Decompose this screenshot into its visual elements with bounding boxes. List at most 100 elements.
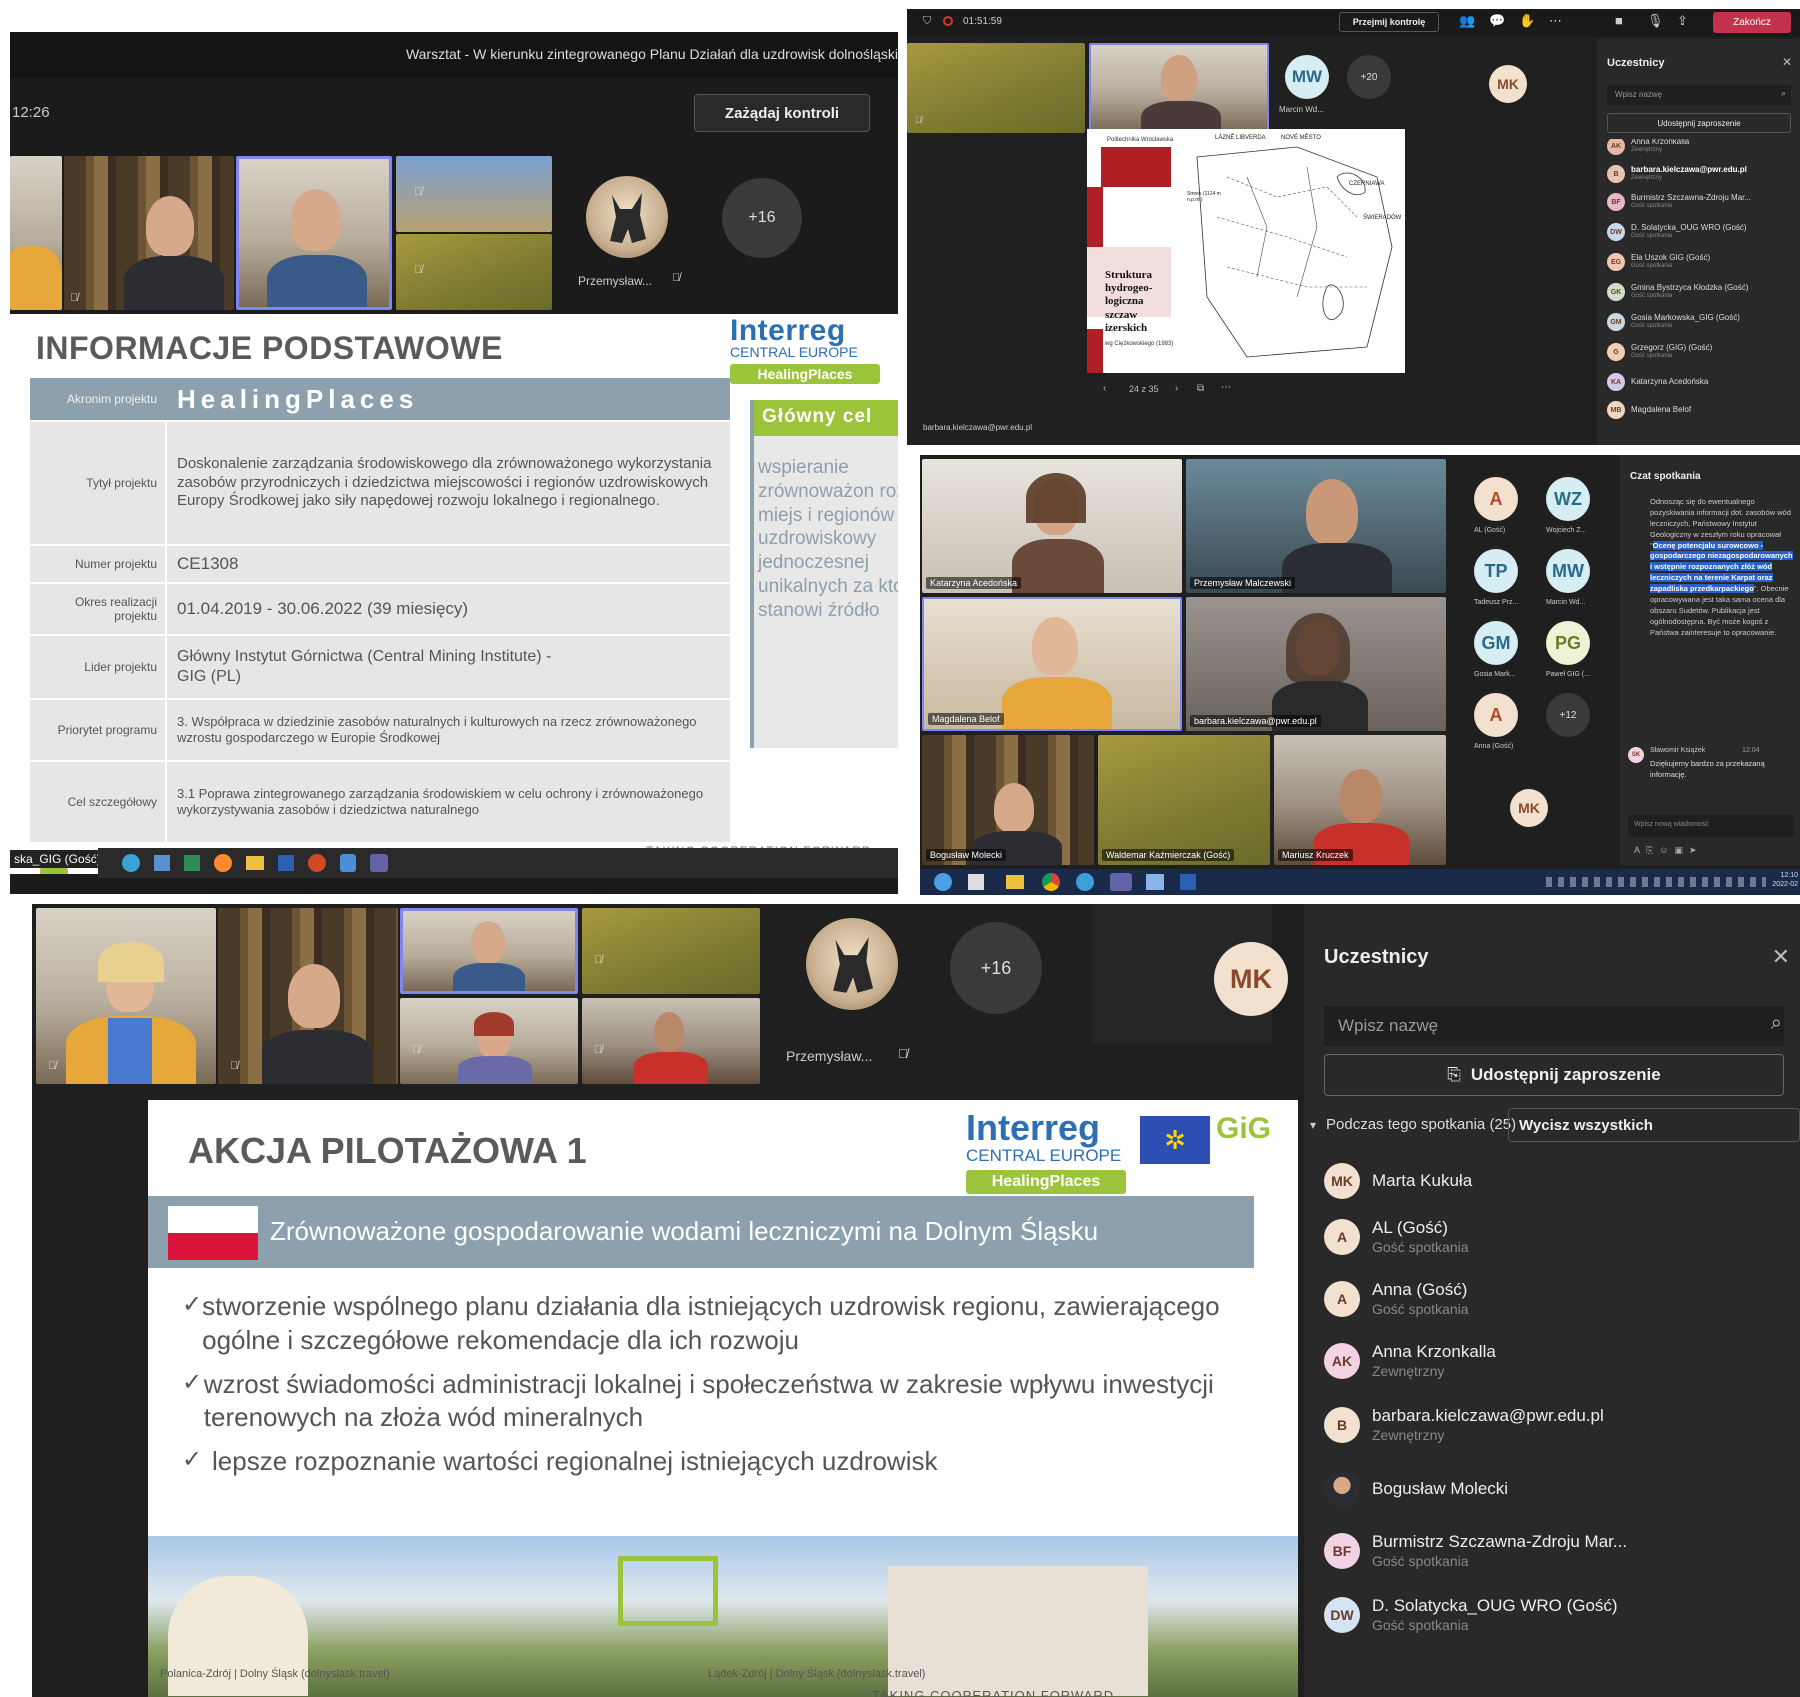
folder-icon[interactable] <box>246 856 264 870</box>
word-icon[interactable] <box>278 855 294 871</box>
chrome-icon[interactable] <box>1042 873 1060 891</box>
participant-item[interactable]: GK Gmina Bystrzyca Kłodzka (Gość) Gość sp… <box>1607 279 1797 305</box>
video-tile-mariusz[interactable]: Mariusz Kruczek <box>1274 735 1446 865</box>
share-invite-button[interactable]: Udostępnij zaproszenie <box>1607 113 1791 133</box>
video-tile-man-red-shirt[interactable]: 🎙̸ <box>582 998 760 1084</box>
app-icon[interactable] <box>154 855 170 871</box>
participant-item[interactable]: KA Katarzyna Acedońska <box>1607 369 1797 395</box>
participant-item[interactable]: Bogusław Molecki <box>1324 1458 1800 1520</box>
roster-avatar[interactable]: A <box>1474 477 1518 521</box>
search-input[interactable]: Wpisz nazwę <box>1607 85 1791 105</box>
participant-item[interactable]: B barbara.kielczawa@pwr.edu.pl Zewnętrzny <box>1324 1394 1800 1456</box>
video-tile-man-headset[interactable]: 🎙̸ <box>64 156 234 310</box>
attach-icon[interactable]: ⎘ <box>1646 845 1659 855</box>
video-tile-woman-yellow[interactable]: 🎙̸ <box>36 908 216 1084</box>
participant-item[interactable]: A Anna (Gość) Gość spotkania <box>1324 1268 1800 1330</box>
next-slide-icon[interactable]: › <box>1175 383 1178 394</box>
roster-avatar[interactable]: WZ <box>1546 477 1590 521</box>
participant-item[interactable]: DW D. Solatycka_OUG WRO (Gość) Gość spotk… <box>1324 1584 1800 1646</box>
format-icon[interactable]: A <box>1634 845 1646 855</box>
roster-avatar[interactable]: A <box>1474 693 1518 737</box>
roster-avatar[interactable]: PG <box>1546 621 1590 665</box>
excel-icon[interactable] <box>184 855 200 871</box>
firefox-icon[interactable] <box>214 854 232 872</box>
avatar-mk[interactable]: MK <box>1489 65 1527 103</box>
shield-icon[interactable] <box>340 854 356 872</box>
request-control-button[interactable]: Zażądaj kontroli <box>694 94 870 132</box>
emoji-icon[interactable]: ☺ <box>1659 845 1674 855</box>
participant-item[interactable]: G Grzegorz (GIG) (Gość) Gość spotkania <box>1607 339 1797 365</box>
close-icon[interactable]: ✕ <box>1782 55 1792 69</box>
video-tile-magdalena[interactable]: Magdalena Belof <box>922 597 1182 731</box>
participant-item[interactable]: GM Gosia Markowska_GIG (Gość) Gość spotka… <box>1607 309 1797 335</box>
video-tile-man-headset[interactable]: 🎙̸ <box>218 908 398 1084</box>
video-tile-woman-yellow[interactable] <box>10 156 62 310</box>
edge-icon[interactable] <box>122 854 140 872</box>
video-tile-woman-red-hair[interactable]: 🎙̸ <box>400 998 578 1084</box>
teams-icon[interactable] <box>1110 873 1132 891</box>
participant-item[interactable]: B barbara.kielczawa@pwr.edu.pl Zewnętrzny <box>1607 161 1797 187</box>
network-icon[interactable] <box>1146 874 1164 890</box>
video-tile-man-outdoor[interactable]: 🎙̸ <box>396 156 552 232</box>
avatar-mk[interactable]: MK <box>1214 942 1288 1016</box>
video-tile-przemyslaw[interactable]: Przemysław Malczewski <box>1186 459 1446 593</box>
video-tile-camera-off[interactable]: 🎙̸ <box>396 234 552 310</box>
roster-avatar[interactable]: TP <box>1474 549 1518 593</box>
video-tile-woman-glasses-speaking[interactable] <box>236 156 392 310</box>
powerpoint-icon[interactable] <box>308 854 326 872</box>
prev-slide-icon[interactable]: ‹ <box>1103 383 1106 394</box>
leave-button[interactable]: Zakończ <box>1713 12 1791 33</box>
participant-item[interactable]: MB Magdalena Belof <box>1607 397 1797 423</box>
participant-item[interactable]: A AL (Gość) Gość spotkania <box>1324 1206 1800 1268</box>
edge-icon[interactable] <box>1076 873 1094 891</box>
camera-off-icon[interactable]: ■ <box>1615 13 1623 28</box>
more-participants-badge[interactable]: +16 <box>950 922 1042 1014</box>
more-icon[interactable]: ⋯ <box>1549 13 1562 29</box>
mic-off-icon[interactable]: 🎙 <box>1647 13 1664 29</box>
media-icon[interactable] <box>968 874 984 890</box>
video-tile-woman-glasses-speaking[interactable] <box>400 908 578 994</box>
video-tile-barbara[interactable]: barbara.kielczawa@pwr.edu.pl <box>1186 597 1446 731</box>
dog-avatar[interactable] <box>586 176 668 258</box>
chat-input[interactable]: Wpisz nową wiadomość <box>1628 815 1794 837</box>
share-invite-button[interactable]: ⎘ Udostępnij zaproszenie <box>1324 1054 1784 1096</box>
video-tile-camera-off[interactable]: 🎙̸ <box>582 908 760 994</box>
close-icon[interactable]: ✕ <box>1772 944 1790 970</box>
more-participants-badge[interactable]: +20 <box>1347 55 1391 99</box>
gif-icon[interactable]: ▣ <box>1674 845 1689 855</box>
gallery-icon[interactable]: ⧉ <box>1197 383 1204 394</box>
video-tile-woman-speaking[interactable] <box>1089 43 1269 133</box>
dog-avatar[interactable] <box>806 918 898 1010</box>
share-icon[interactable]: ⇪ <box>1677 13 1688 29</box>
search-input[interactable]: Wpisz nazwę <box>1324 1006 1784 1046</box>
take-control-button[interactable]: Przejmij kontrolę <box>1339 12 1439 32</box>
folder-icon[interactable] <box>1006 875 1024 889</box>
roster-avatar[interactable]: MW <box>1546 549 1590 593</box>
people-icon[interactable]: 👥 <box>1459 13 1475 29</box>
more-participants-badge[interactable]: +16 <box>722 178 802 258</box>
participant-item[interactable]: AK Anna Krzonkalla Zewnętrzny <box>1324 1330 1800 1392</box>
participant-item[interactable]: AK Anna Krzonkalla Zewnętrzny <box>1607 139 1797 159</box>
mute-all-button[interactable]: Wycisz wszystkich <box>1508 1108 1800 1142</box>
avatar-mk[interactable]: MK <box>1510 789 1548 827</box>
send-icon[interactable]: ➤ <box>1689 845 1703 855</box>
participant-item[interactable]: EG Ela Uszok GIG (Gość) Gość spotkania <box>1607 249 1797 275</box>
video-tile-camera-off[interactable]: 🎙̸ <box>907 43 1085 133</box>
participant-item[interactable]: DW D. Solatycka_OUG WRO (Gość) Gość spotk… <box>1607 219 1797 245</box>
chevron-down-icon[interactable]: ▾ <box>1310 1118 1316 1132</box>
avatar-mw[interactable]: MW <box>1285 55 1329 99</box>
participant-item[interactable]: MK Marta Kukuła <box>1324 1150 1800 1212</box>
word-icon[interactable] <box>1180 874 1196 890</box>
slide-more-icon[interactable]: ⋯ <box>1221 382 1231 393</box>
video-tile-katarzyna[interactable]: Katarzyna Acedońska <box>922 459 1182 593</box>
participant-item[interactable]: BF Burmistrz Szczawna-Zdroju Mar... Gość … <box>1324 1520 1800 1582</box>
start-icon[interactable] <box>934 873 952 891</box>
more-participants-badge[interactable]: +12 <box>1546 693 1590 737</box>
video-tile-boguslaw[interactable]: Bogusław Molecki <box>922 735 1094 865</box>
reactions-icon[interactable]: ✋ <box>1519 13 1535 29</box>
roster-avatar[interactable]: GM <box>1474 621 1518 665</box>
teams-icon[interactable] <box>370 854 388 872</box>
chat-icon[interactable]: 💬 <box>1489 13 1505 29</box>
participant-item[interactable]: BF Burmistrz Szczawna-Zdroju Mar... Gość … <box>1607 189 1797 215</box>
video-tile-waldemar[interactable]: Waldemar Kaźmierczak (Gość) <box>1098 735 1270 865</box>
